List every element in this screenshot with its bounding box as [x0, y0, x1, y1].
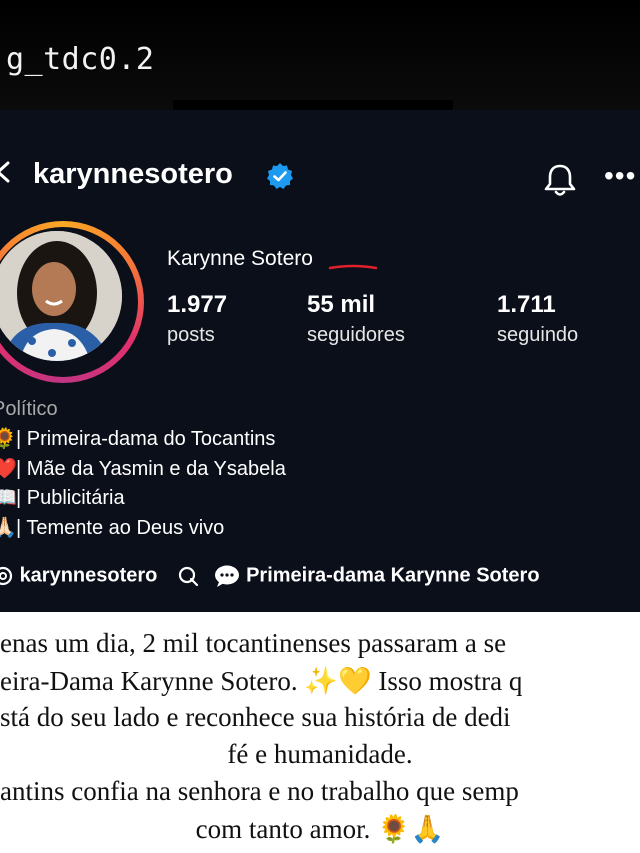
verified-badge-icon	[267, 163, 293, 189]
bio-text: | Primeira-dama do Tocantins	[16, 428, 276, 450]
notifications-bell-icon[interactable]	[540, 160, 580, 200]
story-header: g_tdc0.2	[0, 0, 640, 110]
heart-icon: ❤️	[0, 458, 17, 480]
profile-username: karynnesotero	[33, 158, 233, 190]
followers-label[interactable]: seguidores	[307, 324, 405, 347]
profile-category: Político	[0, 398, 58, 420]
bio-line: 📖| Publicitária	[0, 485, 125, 510]
book-icon: 📖	[0, 487, 17, 509]
threads-icon[interactable]	[0, 565, 14, 587]
caption-line: stá do seu lado e reconhece sua história…	[0, 702, 511, 732]
following-label[interactable]: seguindo	[497, 324, 578, 347]
caption-line: fé e humanidade.	[227, 739, 413, 769]
caption-line: antins confia na senhora e no trabalho q…	[0, 776, 519, 806]
more-options-icon[interactable]: •••	[604, 162, 636, 190]
caption-line: enas um dia, 2 mil tocantinenses passara…	[0, 628, 507, 658]
posts-label: posts	[167, 324, 215, 346]
bio-text: | Mãe da Yasmin e da Ysabela	[16, 458, 286, 480]
followers-count[interactable]: 55 mil	[307, 291, 375, 319]
story-ring[interactable]	[0, 221, 144, 383]
following-count[interactable]: 1.711	[497, 291, 556, 319]
bio-line: ❤️| Mãe da Yasmin e da Ysabela	[0, 456, 286, 481]
broadcast-channel-link[interactable]: Primeira-dama Karynne Sotero	[246, 565, 539, 587]
speech-bubble-icon	[214, 565, 239, 587]
bio-text: | Temente ao Deus vivo	[16, 517, 225, 539]
praying-hands-icon: 🙏🏻	[0, 517, 17, 539]
annotation-underline	[328, 264, 378, 270]
back-icon[interactable]	[0, 160, 14, 184]
caption-line: eira-Dama Karynne Sotero. ✨💛 Isso mostra…	[0, 666, 523, 696]
caption-line: com tanto amor. 🌻🙏	[195, 814, 445, 844]
bio-text: | Publicitária	[16, 487, 125, 509]
profile-links: karynnesotero Primeira-dama Karynne Sote…	[0, 564, 540, 588]
threads-link[interactable]: karynnesotero	[20, 565, 158, 587]
profile-full-name: Karynne Sotero	[167, 247, 313, 270]
profile-screenshot: karynnesotero ••• Karynne Sotero 1.977 p…	[0, 110, 640, 612]
story-title: g_tdc0.2	[6, 42, 155, 77]
posts-count: 1.977	[167, 291, 228, 318]
sunflower-icon: 🌻	[0, 428, 17, 450]
story-caption: enas um dia, 2 mil tocantinenses passara…	[0, 612, 640, 853]
bio-line: 🙏🏻| Temente ao Deus vivo	[0, 515, 224, 540]
channel-icon	[178, 566, 199, 587]
bio-line: 🌻| Primeira-dama do Tocantins	[0, 426, 275, 451]
